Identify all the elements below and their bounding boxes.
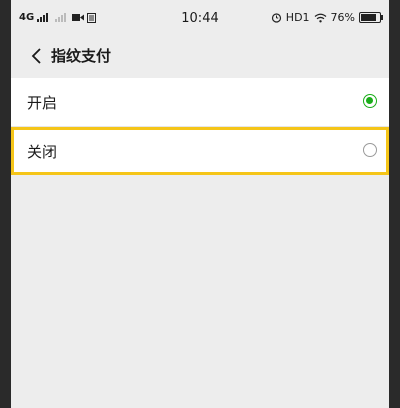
option-enable[interactable]: 开启 bbox=[11, 78, 389, 126]
radio-checked-icon[interactable] bbox=[363, 94, 377, 108]
status-bar: 4G 10:44 HD1 76% bbox=[11, 0, 389, 36]
title-bar: 指纹支付 bbox=[11, 36, 389, 76]
option-list: 开启 关闭 bbox=[11, 78, 389, 175]
alarm-icon bbox=[271, 13, 281, 23]
option-enable-label: 开启 bbox=[27, 93, 58, 112]
wifi-icon bbox=[314, 13, 326, 22]
phone-screen: 4G 10:44 HD1 76% 指纹支付 开启 关闭 bbox=[11, 0, 389, 408]
page-title: 指纹支付 bbox=[51, 47, 112, 65]
back-arrow-icon[interactable] bbox=[27, 46, 47, 66]
option-disable-label: 关闭 bbox=[27, 142, 58, 161]
radio-unchecked-icon[interactable] bbox=[363, 143, 377, 157]
status-right: HD1 76% bbox=[271, 11, 383, 24]
option-disable[interactable]: 关闭 bbox=[11, 126, 389, 175]
battery-icon bbox=[359, 12, 383, 23]
hd-label: HD1 bbox=[285, 11, 310, 24]
battery-percent: 76% bbox=[330, 11, 355, 24]
